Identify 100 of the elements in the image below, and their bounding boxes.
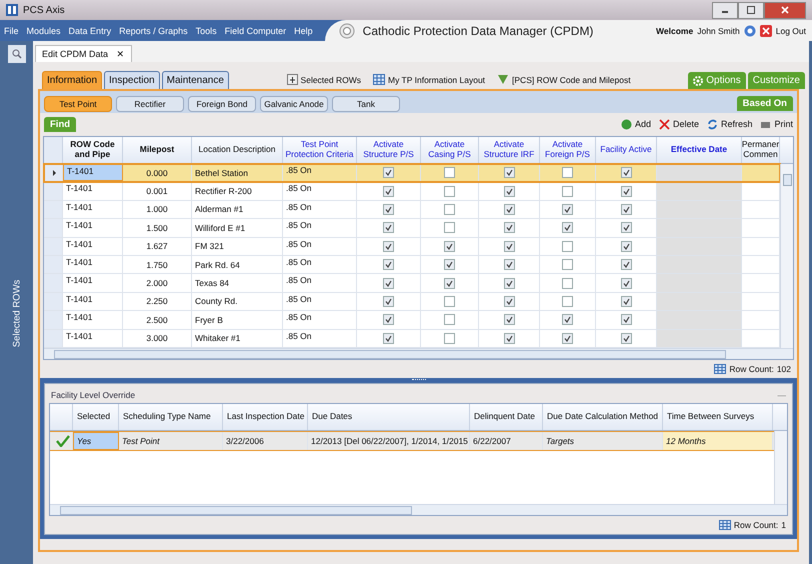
grid-row[interactable]: T-1401 2.500 Fryer B .85 On	[44, 311, 780, 330]
logout-link[interactable]: Log Out	[776, 26, 806, 36]
checkbox[interactable]	[504, 186, 514, 197]
checkbox[interactable]	[444, 167, 455, 178]
selected-rows-link[interactable]: Selected ROWs	[286, 74, 362, 85]
menu-item[interactable]: Modules	[22, 26, 65, 36]
vertical-scrollbar[interactable]	[774, 430, 787, 504]
checkbox[interactable]	[383, 278, 394, 289]
checkbox[interactable]	[504, 167, 514, 178]
checkbox[interactable]	[620, 222, 632, 234]
checkbox[interactable]	[562, 259, 573, 270]
toolbar-button[interactable]: Print	[760, 118, 793, 130]
checkbox[interactable]	[504, 259, 514, 270]
checkbox[interactable]	[444, 186, 455, 197]
grid-row[interactable]: Yes Test Point 3/22/2006 12/2013 [Del 06/22/2007], 1/2014, 1/2015 6/22/2007 Targets 12 Months	[50, 430, 774, 451]
row-header-cell[interactable]	[44, 182, 63, 200]
checkbox[interactable]	[504, 314, 514, 326]
checkbox[interactable]	[383, 240, 394, 252]
column-header[interactable]: Scheduling Type Name	[119, 404, 223, 430]
checkbox[interactable]	[504, 204, 514, 215]
row-header-cell[interactable]	[44, 200, 63, 218]
selected-rows-sidebar-tab[interactable]: Selected ROWs	[11, 280, 22, 348]
checkbox[interactable]	[444, 240, 455, 252]
row-header-cell[interactable]	[44, 311, 63, 329]
sub-tab[interactable]: Test Point	[44, 96, 112, 112]
checkbox[interactable]	[620, 240, 632, 252]
close-tab-button[interactable]: ✕	[116, 49, 125, 59]
row-header-cell[interactable]	[44, 330, 63, 347]
row-header-cell[interactable]	[44, 274, 63, 292]
checkbox[interactable]	[504, 278, 514, 289]
checkbox[interactable]	[620, 314, 632, 326]
checkbox[interactable]	[620, 186, 632, 197]
checkbox[interactable]	[620, 296, 632, 307]
checkbox[interactable]	[620, 278, 632, 289]
checkbox[interactable]	[562, 186, 573, 197]
layout-link[interactable]: My TP Information Layout	[373, 74, 486, 85]
menu-item[interactable]: Reports / Graphs	[115, 26, 192, 36]
checkbox[interactable]	[562, 240, 573, 252]
horizontal-scrollbar[interactable]	[44, 348, 793, 359]
row-header-cell[interactable]	[44, 219, 63, 237]
column-header[interactable]: Last Inspection Date	[223, 404, 308, 430]
checkbox[interactable]	[562, 222, 573, 234]
checkbox[interactable]	[444, 332, 455, 344]
checkbox[interactable]	[562, 204, 573, 215]
close-button[interactable]	[764, 2, 806, 18]
section-tab[interactable]: Inspection	[104, 71, 160, 89]
grid-row[interactable]: T-1401 1.750 Park Rd. 64 .85 On	[44, 256, 780, 274]
menu-item[interactable]: Field Computer	[220, 26, 290, 36]
maximize-button[interactable]	[738, 2, 764, 18]
column-header[interactable]: Time Between Surveys	[663, 404, 773, 430]
sub-tab[interactable]: Foreign Bond	[188, 96, 256, 112]
checkbox[interactable]	[444, 296, 455, 307]
minimize-button[interactable]	[712, 2, 738, 18]
document-tab[interactable]: Edit CPDM Data ✕	[35, 45, 132, 62]
column-header[interactable]: Due Date Calculation Method	[543, 404, 663, 430]
menu-item[interactable]: Help	[290, 26, 317, 36]
checkbox[interactable]	[383, 314, 394, 326]
checkbox[interactable]	[383, 186, 394, 197]
checkbox[interactable]	[383, 167, 394, 178]
checkbox[interactable]	[504, 332, 514, 344]
checkbox[interactable]	[562, 296, 573, 307]
sub-tab[interactable]: Galvanic Anode	[260, 96, 328, 112]
grid-row[interactable]: T-1401 1.500 Williford E #1 .85 On	[44, 219, 780, 238]
grid-row[interactable]: T-1401 0.000 Bethel Station .85 On	[44, 164, 780, 182]
checkbox[interactable]	[383, 259, 394, 270]
search-button[interactable]	[8, 45, 26, 63]
checkbox[interactable]	[444, 314, 455, 326]
section-tab[interactable]: Maintenance	[162, 71, 229, 89]
sub-tab[interactable]: Rectifier	[116, 96, 184, 112]
checkbox[interactable]	[562, 167, 573, 178]
row-header-cell[interactable]	[44, 256, 63, 274]
toolbar-button[interactable]: Refresh	[706, 118, 752, 130]
logout-icon[interactable]	[760, 24, 772, 36]
menu-item[interactable]: File	[0, 26, 23, 36]
checkbox[interactable]	[620, 167, 632, 178]
checkbox[interactable]	[562, 332, 573, 344]
checkbox[interactable]	[444, 204, 455, 215]
sort-link[interactable]: [PCS] ROW Code and Milepost	[497, 74, 631, 85]
checkbox[interactable]	[620, 204, 632, 215]
menu-item[interactable]: Tools	[192, 26, 221, 36]
horizontal-scrollbar[interactable]	[50, 504, 787, 515]
checkbox[interactable]	[383, 296, 394, 307]
row-header-cell[interactable]	[44, 164, 63, 182]
checkbox[interactable]	[620, 259, 632, 270]
section-tab[interactable]: Information	[42, 71, 102, 89]
checkbox[interactable]	[504, 296, 514, 307]
column-header[interactable]: Delinquent Date	[470, 404, 543, 430]
checkbox[interactable]	[383, 222, 394, 234]
checkbox[interactable]	[620, 332, 632, 344]
sub-tab[interactable]: Tank	[332, 96, 400, 112]
menu-item[interactable]: Data Entry	[64, 26, 116, 36]
splitter-handle[interactable]	[40, 378, 797, 383]
checkbox[interactable]	[504, 240, 514, 252]
grid-row[interactable]: T-1401 2.000 Texas 84 .85 On	[44, 274, 780, 293]
grid-row[interactable]: T-1401 0.001 Rectifier R-200 .85 On	[44, 182, 780, 201]
grid-row[interactable]: T-1401 2.250 County Rd. .85 On	[44, 292, 780, 312]
row-header-cell[interactable]	[44, 292, 63, 310]
checkbox[interactable]	[562, 314, 573, 326]
vertical-scrollbar[interactable]	[780, 164, 793, 348]
checkbox[interactable]	[562, 278, 573, 289]
